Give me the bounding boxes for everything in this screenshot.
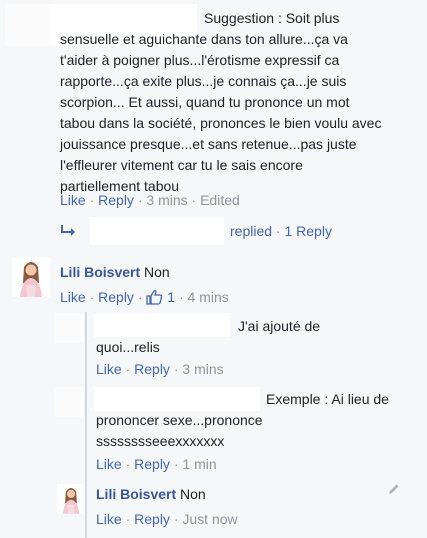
- timestamp[interactable]: 1 min: [182, 456, 216, 472]
- timestamp[interactable]: 4 mins: [188, 289, 229, 305]
- timestamp[interactable]: 3 mins: [182, 361, 223, 377]
- comment-line: jouissance presque...et sans retenue...p…: [60, 136, 357, 152]
- reply-actions: Like · Reply · 1 min: [96, 456, 217, 472]
- reply-link[interactable]: Reply: [134, 361, 170, 377]
- comment-line: l'effleurer vitement car tu le sais enco…: [60, 157, 303, 173]
- edited-label[interactable]: Edited: [200, 192, 240, 208]
- comment-line: Suggestion : Soit plus: [204, 10, 340, 26]
- reply-line: sssssssseeexxxxxxx: [96, 433, 225, 449]
- thumbs-up-icon[interactable]: [146, 289, 163, 309]
- reply-line: quoi...relis: [96, 339, 160, 355]
- redacted-replier-name: [90, 217, 224, 245]
- reply-link[interactable]: Reply: [134, 511, 170, 527]
- reply-text: Non: [180, 486, 206, 502]
- reply-count-link[interactable]: 1 Reply: [284, 223, 331, 239]
- avatar[interactable]: [12, 257, 50, 297]
- timestamp[interactable]: 3 mins: [146, 192, 187, 208]
- comment-actions: Like · Reply · 1 · 4 mins: [60, 288, 229, 309]
- redacted-avatar: [54, 387, 84, 417]
- reply-link[interactable]: Reply: [98, 192, 134, 208]
- replied-link[interactable]: replied: [230, 223, 272, 239]
- pencil-icon[interactable]: [388, 483, 400, 498]
- author-name[interactable]: Lili Boisvert: [96, 486, 176, 502]
- reply-actions: Like · Reply · 3 mins: [96, 361, 224, 377]
- reply-thread-line: [85, 312, 87, 538]
- comment-line: sensuelle et aguichante dans ton allure.…: [60, 31, 348, 47]
- avatar[interactable]: [57, 484, 85, 514]
- redacted-avatar: [5, 4, 49, 46]
- reply-line: prononcer sexe...prononce: [96, 412, 263, 428]
- reaction-count[interactable]: 1: [167, 289, 175, 305]
- reply-line: Exemple : Ai lieu de: [266, 391, 389, 407]
- author-name[interactable]: Lili Boisvert: [60, 264, 140, 280]
- redacted-author-name: [94, 387, 260, 411]
- comment-actions: Like · Reply · 3 mins · Edited: [60, 192, 240, 208]
- comment-line: tabou dans la société, prononces le bien…: [60, 115, 382, 131]
- comment-header: Lili Boisvert Non: [60, 262, 170, 283]
- like-link[interactable]: Like: [60, 289, 86, 305]
- redacted-author-name: [94, 313, 230, 337]
- comment-line: t'aider à poigner plus...l'érotisme expr…: [60, 52, 340, 68]
- reply-link[interactable]: Reply: [134, 456, 170, 472]
- reply-line: J'ai ajouté de: [238, 318, 321, 334]
- replies-summary: replied · 1 Reply: [230, 223, 332, 239]
- like-link[interactable]: Like: [96, 361, 122, 377]
- like-link[interactable]: Like: [96, 456, 122, 472]
- like-link[interactable]: Like: [60, 192, 86, 208]
- comment-text: Non: [144, 264, 170, 280]
- reply-header: Lili Boisvert Non: [96, 484, 206, 505]
- reply-link[interactable]: Reply: [98, 289, 134, 305]
- comment-line: rapporte...ça exite plus...je connais ça…: [60, 73, 347, 89]
- reply-actions: Like · Reply · Just now: [96, 511, 238, 527]
- redacted-avatar: [54, 313, 84, 343]
- reply-arrow-icon: [60, 223, 76, 240]
- comment-line: scorpion... Et aussi, quand tu prononce …: [60, 94, 350, 110]
- timestamp[interactable]: Just now: [182, 511, 237, 527]
- like-link[interactable]: Like: [96, 511, 122, 527]
